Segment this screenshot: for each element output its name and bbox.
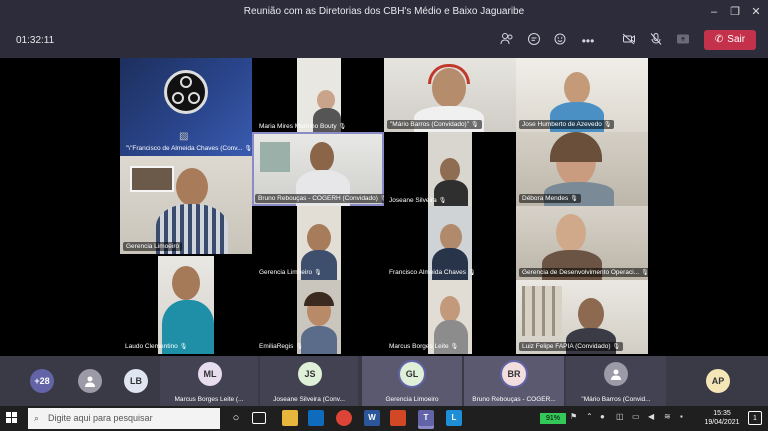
- window-titlebar: Reunião com as Diretorias dos CBH's Médi…: [0, 0, 768, 24]
- camera-off-icon[interactable]: [620, 32, 638, 50]
- participant-name: Marcus Borges Leite (...: [174, 396, 244, 403]
- video-tile-gerencia-top[interactable]: Gerencia Limoeiro: [120, 156, 252, 254]
- participant-chip-joseane[interactable]: JS Joseane Silveira (Conv...: [260, 356, 358, 406]
- meeting-timer: 01:32:11: [16, 35, 55, 46]
- chrome-icon[interactable]: [336, 410, 352, 426]
- phone-hangup-icon: ✆: [714, 34, 724, 45]
- store-icon[interactable]: [308, 410, 324, 426]
- network-icon[interactable]: ◫: [616, 412, 624, 421]
- participant-name: EmiliaRegis 🎙: [259, 343, 303, 350]
- participant-avatar: [604, 362, 628, 386]
- participant-name: Laudo Clementino 🎙: [125, 343, 188, 350]
- volume-icon[interactable]: ◀: [648, 412, 654, 421]
- video-tile-jose[interactable]: Jose Humberto de Azevedo 🎙: [516, 58, 648, 132]
- display-icon[interactable]: ▭: [632, 412, 640, 421]
- maximize-icon[interactable]: ❐: [727, 4, 743, 20]
- app-icon-l[interactable]: L: [446, 410, 462, 426]
- leave-label: Sair: [727, 34, 746, 45]
- wifi-icon[interactable]: ≋: [664, 412, 671, 421]
- participant-avatar[interactable]: [78, 369, 102, 393]
- video-tile-debora[interactable]: Débora Mendes 🎙: [516, 132, 648, 206]
- participant-name: Gerencia de Desenvolvimento Operaci... 🎙: [519, 268, 648, 277]
- participant-name: Gerencia Limoeiro: [123, 242, 183, 251]
- windows-start-icon[interactable]: [6, 412, 18, 424]
- more-participants-badge[interactable]: +28: [30, 369, 54, 393]
- taskbar-clock[interactable]: 15:35 19/04/2021: [700, 409, 744, 427]
- word-icon[interactable]: W: [364, 410, 380, 426]
- obs-logo: [164, 70, 208, 114]
- participant-strip: +28 LB ML Marcus Borges Leite (... JS Jo…: [0, 356, 768, 406]
- participant-avatar: GL: [400, 362, 424, 386]
- participant-chip-bruno[interactable]: BR Bruno Rebouças - COGER...: [464, 356, 564, 406]
- participant-name: Bruno Rebouças - COGERH (Convidado) 🎙: [255, 194, 384, 203]
- participant-name: Joseane Silveira (Conv...: [273, 396, 345, 403]
- participant-name: Gerencia Limoeiro: [385, 396, 439, 403]
- chat-icon[interactable]: [525, 32, 543, 50]
- video-tile-francisco-obs[interactable]: ▨ "\"Francisco de Almeida Chaves (Conv..…: [120, 58, 252, 156]
- participant-name: "Mário Barros (Convid...: [581, 396, 651, 403]
- language-icon[interactable]: ▪: [680, 412, 683, 421]
- video-tile-maria[interactable]: [297, 58, 341, 132]
- participant-avatar: AP: [706, 369, 730, 393]
- video-tile-joseane[interactable]: [428, 132, 472, 206]
- task-view-icon[interactable]: [252, 412, 266, 424]
- notifications-icon[interactable]: 1: [748, 411, 762, 425]
- tray-icon[interactable]: ⚑: [570, 412, 577, 421]
- more-options-icon[interactable]: •••: [579, 32, 597, 50]
- minimize-icon[interactable]: –: [706, 4, 722, 20]
- clock-time: 15:35: [713, 410, 731, 417]
- video-tile-gerencia-dev[interactable]: Gerencia de Desenvolvimento Operaci... 🎙: [516, 206, 648, 280]
- participant-avatar: ML: [198, 362, 222, 386]
- camera-off-icon: ▨: [179, 131, 189, 142]
- cortana-icon[interactable]: ○: [228, 410, 244, 426]
- close-icon[interactable]: ✕: [748, 4, 764, 20]
- video-tile-laudo[interactable]: [158, 256, 214, 354]
- participant-name: "Mário Barros (Convidado)" 🎙: [387, 120, 482, 129]
- chevron-up-icon[interactable]: ⌃: [586, 412, 593, 421]
- person-icon: [611, 369, 621, 380]
- windows-taskbar: ⌕ Digite aqui para pesquisar ○ W T L 91%…: [0, 406, 768, 431]
- meeting-toolbar: 01:32:11 ••• ✆ Sair: [0, 24, 768, 58]
- participant-chip-ap[interactable]: AP: [668, 356, 768, 406]
- video-stage: ▨ "\"Francisco de Almeida Chaves (Conv..…: [0, 58, 768, 356]
- participant-chip-mario[interactable]: "Mário Barros (Convid...: [566, 356, 666, 406]
- app-icon[interactable]: [390, 410, 406, 426]
- participant-avatar: JS: [298, 362, 322, 386]
- teams-icon[interactable]: T: [418, 410, 434, 426]
- participant-chip-marcus[interactable]: ML Marcus Borges Leite (...: [160, 356, 258, 406]
- window-title: Reunião com as Diretorias dos CBH's Médi…: [243, 6, 525, 17]
- video-tile-mario[interactable]: "Mário Barros (Convidado)" 🎙: [384, 58, 516, 132]
- leave-button[interactable]: ✆ Sair: [704, 30, 756, 50]
- search-icon: ⌕: [34, 413, 40, 423]
- participant-name: Luiz Felipe FAPIA (Convidado) 🎙: [519, 342, 624, 351]
- video-tile-bruno[interactable]: Bruno Rebouças - COGERH (Convidado) 🎙: [252, 132, 384, 206]
- video-tile-luiz[interactable]: Luiz Felipe FAPIA (Convidado) 🎙: [516, 280, 648, 354]
- participant-name: "\"Francisco de Almeida Chaves (Conv... 🎙: [126, 145, 252, 152]
- participants-icon[interactable]: [498, 32, 516, 50]
- participant-avatar[interactable]: LB: [124, 369, 148, 393]
- battery-indicator[interactable]: 91%: [540, 413, 566, 424]
- person-icon: [85, 376, 95, 387]
- reactions-icon[interactable]: [552, 32, 570, 50]
- share-screen-icon[interactable]: [674, 32, 692, 50]
- taskbar-search-input[interactable]: ⌕ Digite aqui para pesquisar: [28, 408, 220, 429]
- file-explorer-icon[interactable]: [282, 410, 298, 426]
- participant-name: Jose Humberto de Azevedo 🎙: [519, 120, 615, 129]
- participant-avatar: BR: [502, 362, 526, 386]
- participant-name: Marcus Borges Leite 🎙: [389, 343, 459, 350]
- participant-name: Bruno Rebouças - COGER...: [472, 396, 556, 403]
- participant-name: Débora Mendes 🎙: [519, 194, 581, 203]
- tray-app-icon[interactable]: ●: [600, 412, 605, 421]
- mic-muted-icon[interactable]: [647, 32, 665, 50]
- participant-chip-gerencia[interactable]: GL Gerencia Limoeiro: [362, 356, 462, 406]
- search-placeholder: Digite aqui para pesquisar: [48, 413, 153, 423]
- clock-date: 19/04/2021: [704, 419, 740, 426]
